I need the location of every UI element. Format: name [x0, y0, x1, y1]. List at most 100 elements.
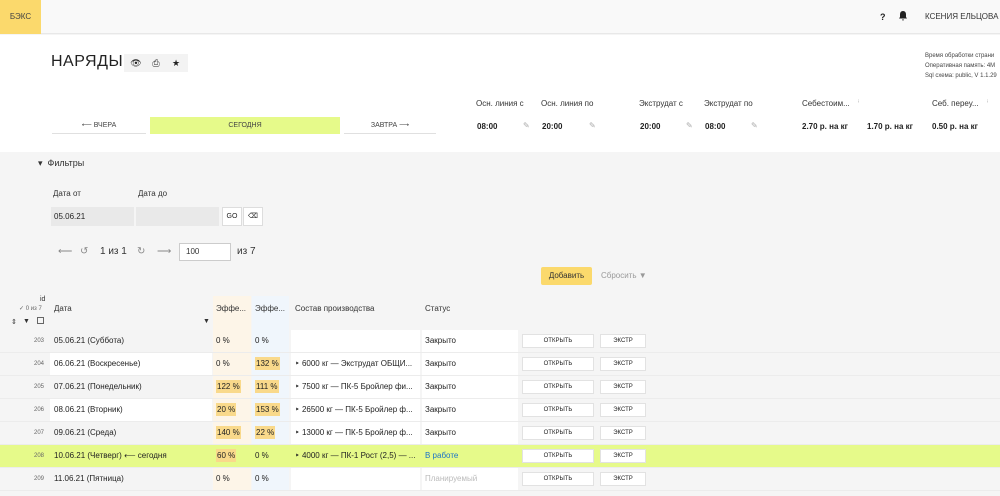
- open-button[interactable]: ОТКРЫТЬ: [522, 334, 594, 348]
- row-eff1: 0 %: [213, 330, 251, 352]
- user-name[interactable]: КСЕНИЯ ЕЛЬЦОВА: [925, 12, 998, 21]
- table-row[interactable]: 208 10.06.21 (Четверг) ⟵ сегодня 60 % 0 % ‣ …: [0, 445, 1000, 468]
- page-header: НАРЯДЫ 👁 ⎙ ★ Время обработки страни Опер…: [0, 35, 1000, 152]
- row-composition: ‣ 26500 кг — ПК-5 Бройлер ф...: [291, 399, 420, 421]
- help-icon[interactable]: ?: [880, 12, 886, 22]
- row-eff1: 0 %: [213, 468, 251, 490]
- param-value: 0.50 р. на кг: [932, 122, 978, 131]
- row-eff1: 20 %: [213, 399, 251, 421]
- row-date: 09.06.21 (Среда): [54, 428, 117, 437]
- select-all-checkbox[interactable]: [37, 317, 44, 324]
- row-composition: ‣ 6000 кг — Экструдат ОБЩИ...: [291, 353, 420, 375]
- date-to-input[interactable]: [136, 207, 219, 226]
- next-page-icon[interactable]: ↻: [137, 246, 145, 257]
- extr-button[interactable]: ЭКСТР: [600, 426, 646, 440]
- open-button[interactable]: ОТКРЫТЬ: [522, 403, 594, 417]
- eff2-value: 0 %: [255, 474, 269, 483]
- prev-page-icon[interactable]: ↺: [80, 246, 88, 257]
- row-status: Закрыто: [422, 399, 518, 421]
- sort-icon[interactable]: ⇕: [11, 318, 17, 326]
- add-button[interactable]: Добавить: [541, 267, 592, 285]
- eff2-value: 22 %: [255, 426, 276, 439]
- open-button[interactable]: ОТКРЫТЬ: [522, 357, 594, 371]
- row-date: 08.06.21 (Вторник): [54, 405, 123, 414]
- eff1-value: 140 %: [216, 426, 241, 439]
- edit-icon[interactable]: ✎: [751, 121, 758, 130]
- eff1-header-bg: [213, 296, 251, 330]
- extr-button[interactable]: ЭКСТР: [600, 449, 646, 463]
- filter-icon[interactable]: ▼: [23, 318, 30, 325]
- print-icon[interactable]: ⎙: [148, 58, 164, 69]
- date-to-label: Дата до: [138, 189, 168, 198]
- row-eff2: 22 %: [252, 422, 289, 444]
- row-id: 203: [34, 338, 45, 344]
- param-value: 1.70 р. на кг: [867, 122, 913, 131]
- go-button[interactable]: GO: [222, 207, 242, 226]
- row-eff2: 0 %: [252, 468, 289, 490]
- caret-down-icon: ▾: [38, 158, 43, 168]
- prev-day-button[interactable]: ⟵ ВЧЕРА: [52, 117, 146, 134]
- composition-header[interactable]: Состав производства: [295, 304, 374, 313]
- eff1-header[interactable]: Эффе...: [216, 304, 246, 313]
- today-button[interactable]: СЕГОДНЯ: [150, 117, 340, 134]
- filters-label: Фильтры: [47, 158, 85, 168]
- extr-button[interactable]: ЭКСТР: [600, 380, 646, 394]
- date-filter-icon[interactable]: ▼: [203, 318, 210, 325]
- open-button[interactable]: ОТКРЫТЬ: [522, 449, 594, 463]
- extr-button[interactable]: ЭКСТР: [600, 472, 646, 486]
- info-icon[interactable]: ⁱ: [858, 99, 859, 107]
- next-day-button[interactable]: ЗАВТРА ⟶: [344, 117, 436, 134]
- row-eff2: 153 %: [252, 399, 289, 421]
- row-id: 208: [34, 453, 45, 459]
- eff2-value: 153 %: [255, 403, 280, 416]
- filters-toggle[interactable]: ▾ Фильтры: [38, 158, 84, 169]
- edit-icon[interactable]: ✎: [523, 121, 530, 130]
- edit-icon[interactable]: ✎: [686, 121, 693, 130]
- status-header[interactable]: Статус: [425, 304, 450, 313]
- page-count: 1 из 1: [100, 246, 127, 257]
- row-eff2: 0 %: [252, 330, 289, 352]
- extr-button[interactable]: ЭКСТР: [600, 357, 646, 371]
- open-button[interactable]: ОТКРЫТЬ: [522, 380, 594, 394]
- sysinfo-line: Sql схема: public, V 1.1.29: [925, 73, 997, 79]
- extr-button[interactable]: ЭКСТР: [600, 334, 646, 348]
- edit-icon[interactable]: ✎: [589, 121, 596, 130]
- extr-button[interactable]: ЭКСТР: [600, 403, 646, 417]
- row-id: 206: [34, 407, 45, 413]
- reset-button[interactable]: Сбросить ▼: [601, 271, 647, 280]
- page-size-input[interactable]: 100: [179, 243, 231, 261]
- open-button[interactable]: ОТКРЫТЬ: [522, 472, 594, 486]
- param-label: Осн. линия с: [476, 99, 524, 108]
- table-row[interactable]: 209 11.06.21 (Пятница) 0 % 0 % Планируемый ОТ…: [0, 468, 1000, 491]
- row-date: 10.06.21 (Четверг) ⟵ сегодня: [54, 451, 167, 460]
- date-header[interactable]: Дата: [54, 304, 72, 313]
- table-row[interactable]: 205 07.06.21 (Понедельник) 122 % 111 % ‣ 750…: [0, 376, 1000, 399]
- param-value: 20:00: [542, 122, 563, 131]
- table-row[interactable]: 207 09.06.21 (Среда) 140 % 22 % ‣ 13000 кг —…: [0, 422, 1000, 445]
- row-status: Закрыто: [422, 353, 518, 375]
- info-icon[interactable]: ⁱ: [987, 99, 988, 107]
- brand-logo[interactable]: БЭКС: [0, 0, 41, 34]
- table-row[interactable]: 204 06.06.21 (Воскресенье) 0 % 132 % ‣ 6000 …: [0, 353, 1000, 376]
- param-value: 20:00: [640, 122, 661, 131]
- row-composition: [291, 468, 420, 490]
- system-info: Время обработки страни Оперативная памят…: [925, 51, 997, 81]
- param-value: 2.70 р. на кг: [802, 122, 848, 131]
- id-header[interactable]: id: [40, 296, 45, 303]
- star-icon[interactable]: ★: [168, 58, 184, 69]
- first-page-icon[interactable]: ⟵: [58, 246, 72, 257]
- open-button[interactable]: ОТКРЫТЬ: [522, 426, 594, 440]
- row-status: Планируемый: [422, 468, 518, 490]
- eff2-value: 0 %: [255, 451, 269, 460]
- table-row[interactable]: 203 05.06.21 (Суббота) 0 % 0 % Закрыто ОТКРЫТ…: [0, 330, 1000, 353]
- param-label: Себестоим...: [802, 99, 850, 108]
- eraser-icon[interactable]: ⌫: [243, 207, 263, 226]
- row-eff1: 0 %: [213, 353, 251, 375]
- param-label: Осн. линия по: [541, 99, 594, 108]
- date-from-input[interactable]: 05.06.21: [51, 207, 134, 226]
- last-page-icon[interactable]: ⟶: [157, 246, 171, 257]
- eff2-header[interactable]: Эффе...: [255, 304, 285, 313]
- bell-icon[interactable]: [897, 10, 909, 22]
- table-row[interactable]: 206 08.06.21 (Вторник) 20 % 153 % ‣ 26500 кг…: [0, 399, 1000, 422]
- eye-icon[interactable]: 👁: [128, 58, 144, 69]
